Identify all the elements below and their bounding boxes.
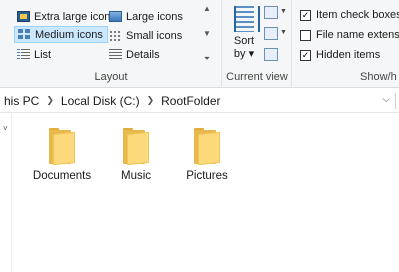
show-hide-group: ✓ Item check boxes File name extensio ✓ … <box>292 0 399 88</box>
layout-group-label: Layout <box>94 71 128 83</box>
current-view-group: Sort by ▾ ▼ ▼ Current view <box>222 0 292 88</box>
sort-icon <box>234 6 260 32</box>
breadcrumb-rootfolder[interactable]: RootFolder <box>161 94 220 108</box>
expand-gallery-icon[interactable]: ⏷ <box>204 54 210 64</box>
medium-icons-icon <box>18 29 31 40</box>
file-name-extensions-checkbox[interactable] <box>300 29 311 41</box>
folder-label: Documents <box>32 170 92 182</box>
layout-gallery-scroller[interactable]: ▲ ▼ ⏷ <box>200 4 214 64</box>
item-check-boxes-toggle[interactable]: ✓ Item check boxes <box>300 9 399 21</box>
show-hide-group-label: Show/h <box>360 71 397 83</box>
small-icons-icon <box>109 30 122 41</box>
ribbon: Extra large icons Large icons Medium ico… <box>0 0 399 88</box>
folder-label: Pictures <box>186 170 228 182</box>
folder-icon <box>123 128 149 166</box>
navigation-pane[interactable]: ˅ <box>0 114 12 272</box>
folder-label: Music <box>120 170 152 182</box>
hidden-items-checkbox[interactable]: ✓ <box>300 49 311 61</box>
list-icon <box>17 49 30 60</box>
layout-small-icons[interactable]: Small icons <box>106 27 185 44</box>
sort-by-button[interactable]: Sort by ▾ <box>230 6 260 64</box>
file-name-extensions-toggle[interactable]: File name extensio <box>300 29 399 41</box>
layout-details[interactable]: Details <box>106 46 163 63</box>
scroll-up-icon[interactable]: ▲ <box>203 4 211 13</box>
folder-item-pictures[interactable]: Pictures <box>172 128 242 200</box>
scroll-down-icon[interactable]: ▼ <box>203 29 211 38</box>
hidden-items-toggle[interactable]: ✓ Hidden items <box>300 49 380 61</box>
folder-item-documents[interactable]: Documents <box>27 128 97 200</box>
folder-icon <box>194 128 220 166</box>
folder-item-music[interactable]: Music <box>101 128 171 200</box>
layout-large-icons[interactable]: Large icons <box>106 8 186 25</box>
details-icon <box>109 49 122 60</box>
breadcrumb-local-disk[interactable]: Local Disk (C:) <box>61 94 140 108</box>
add-columns-dropdown-icon[interactable]: ▼ <box>280 29 287 36</box>
item-check-boxes-checkbox[interactable]: ✓ <box>300 9 311 21</box>
breadcrumb-this-pc[interactable]: his PC <box>4 94 39 108</box>
group-by-dropdown-icon[interactable]: ▼ <box>280 8 287 15</box>
layout-extra-large-icons[interactable]: Extra large icons <box>14 8 119 25</box>
sort-by-label: by ▾ <box>233 48 255 60</box>
large-icons-icon <box>109 11 122 22</box>
breadcrumb-chevron-icon[interactable]: ❯ <box>147 95 155 106</box>
address-bar[interactable]: his PC ❯ Local Disk (C:) ❯ RootFolder ⌵ <box>0 89 399 113</box>
current-view-group-label: Current view <box>226 71 288 83</box>
layout-group: Extra large icons Large icons Medium ico… <box>0 0 222 88</box>
nav-expand-icon[interactable]: ˅ <box>3 124 8 133</box>
group-by-icon[interactable] <box>264 6 278 19</box>
address-divider <box>395 93 396 109</box>
folder-icon <box>49 128 75 166</box>
layout-list[interactable]: List <box>14 46 54 63</box>
add-columns-icon[interactable] <box>264 27 278 40</box>
extra-large-icons-icon <box>17 11 30 22</box>
address-history-dropdown-icon[interactable]: ⌵ <box>382 94 390 105</box>
size-columns-icon[interactable] <box>264 48 278 61</box>
breadcrumb-chevron-icon[interactable]: ❯ <box>46 95 54 106</box>
layout-medium-icons[interactable]: Medium icons <box>14 26 108 43</box>
